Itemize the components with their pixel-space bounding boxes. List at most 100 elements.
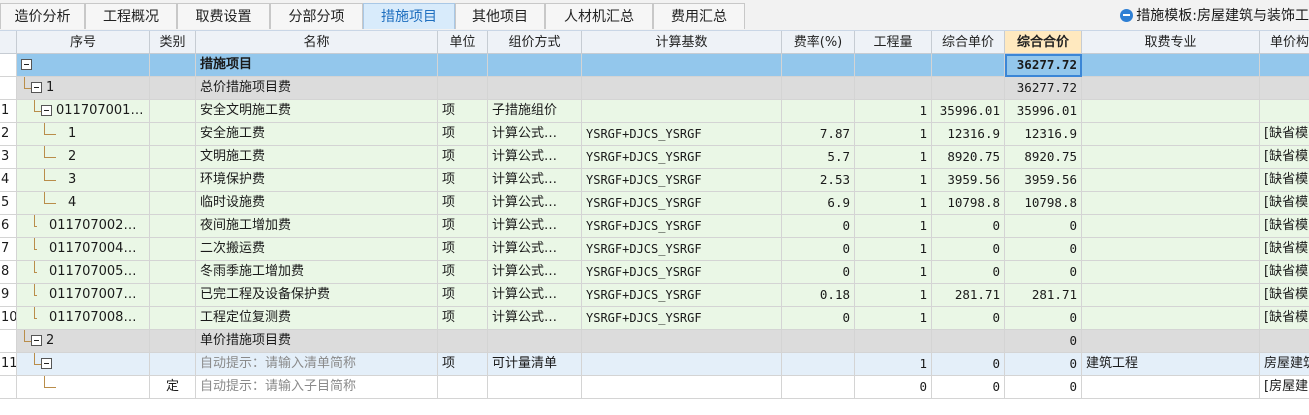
- cell-fee-specialty[interactable]: [1082, 307, 1260, 330]
- cell-calc-base[interactable]: YSRGF+DJCS_YSRGF: [582, 169, 782, 192]
- tab-measure-items[interactable]: 措施项目: [363, 3, 455, 29]
- cell-name[interactable]: 临时设施费: [196, 192, 438, 215]
- cell-unit[interactable]: 项: [438, 215, 488, 238]
- table-row[interactable]: 措施项目 36277.72: [0, 54, 1309, 77]
- cell-calc-base[interactable]: YSRGF+DJCS_YSRGF: [582, 307, 782, 330]
- cell-calc-base[interactable]: YSRGF+DJCS_YSRGF: [582, 123, 782, 146]
- collapse-toggle-icon[interactable]: [41, 105, 52, 116]
- cell-unit-price-comp[interactable]: [缺省模: [1260, 123, 1309, 146]
- table-row[interactable]: 4 3 环境保护费项计算公式… YSRGF+DJCS_YSRGF 2.53 1 3959.5…: [0, 169, 1309, 192]
- cell-unit-price[interactable]: [932, 77, 1005, 100]
- cell-total-price[interactable]: 36277.72: [1005, 54, 1082, 77]
- cell-unit[interactable]: 项: [438, 100, 488, 123]
- measure-template-selector[interactable]: 措施模板:房屋建筑与装饰工: [1120, 6, 1309, 26]
- cell-fee-specialty[interactable]: [1082, 100, 1260, 123]
- cell-unit[interactable]: 项: [438, 238, 488, 261]
- cell-unit[interactable]: 项: [438, 261, 488, 284]
- cell-pricing-method[interactable]: [488, 54, 582, 77]
- cell-calc-base[interactable]: [582, 100, 782, 123]
- cell-name[interactable]: 安全施工费: [196, 123, 438, 146]
- collapse-toggle-icon[interactable]: [31, 82, 42, 93]
- cell-seq[interactable]: 011707007…: [17, 284, 150, 307]
- cell-fee-specialty[interactable]: [1082, 215, 1260, 238]
- cell-quantity[interactable]: 1: [855, 284, 932, 307]
- cell-unit[interactable]: 项: [438, 169, 488, 192]
- cell-total-price[interactable]: 0: [1005, 353, 1082, 376]
- cell-total-price[interactable]: 36277.72: [1005, 77, 1082, 100]
- cell-type[interactable]: [150, 192, 196, 215]
- cell-name[interactable]: 冬雨季施工增加费: [196, 261, 438, 284]
- cell-unit-price-comp[interactable]: [缺省模: [1260, 146, 1309, 169]
- tab-cost-analysis[interactable]: 造价分析: [0, 3, 85, 29]
- cell-total-price[interactable]: 12316.9: [1005, 123, 1082, 146]
- cell-quantity[interactable]: 1: [855, 146, 932, 169]
- column-header-name[interactable]: 名称: [196, 31, 438, 54]
- cell-seq[interactable]: [17, 376, 150, 399]
- table-row[interactable]: 10 011707008… 工程定位复测费项计算公式… YSRGF+DJCS_YSRG…: [0, 307, 1309, 330]
- cell-seq[interactable]: 011707005…: [17, 261, 150, 284]
- cell-quantity[interactable]: 1: [855, 261, 932, 284]
- cell-pricing-method[interactable]: [488, 77, 582, 100]
- table-row[interactable]: 2 1 安全施工费项计算公式… YSRGF+DJCS_YSRGF 7.87 1 12316.…: [0, 123, 1309, 146]
- cell-unit-price[interactable]: 0: [932, 353, 1005, 376]
- cell-calc-base[interactable]: YSRGF+DJCS_YSRGF: [582, 215, 782, 238]
- table-row[interactable]: 3 2 文明施工费项计算公式… YSRGF+DJCS_YSRGF 5.7 1 8920.75…: [0, 146, 1309, 169]
- cell-seq[interactable]: 1: [17, 123, 150, 146]
- cell-unit-price[interactable]: 0: [932, 376, 1005, 399]
- cell-seq[interactable]: 2: [17, 330, 150, 353]
- table-row[interactable]: 9 011707007… 已完工程及设备保护费项计算公式… YSRGF+DJCS_YS…: [0, 284, 1309, 307]
- cell-fee-specialty[interactable]: [1082, 284, 1260, 307]
- cell-type[interactable]: [150, 284, 196, 307]
- cell-unit-price-comp[interactable]: [1260, 54, 1309, 77]
- cell-fee-specialty[interactable]: [1082, 376, 1260, 399]
- cell-pricing-method[interactable]: 计算公式…: [488, 192, 582, 215]
- cell-fee-specialty[interactable]: [1082, 261, 1260, 284]
- cell-unit-price-comp[interactable]: [1260, 77, 1309, 100]
- cell-fee-rate[interactable]: [782, 77, 855, 100]
- cell-fee-rate[interactable]: [782, 353, 855, 376]
- column-header-fee-rate[interactable]: 费率(%): [782, 31, 855, 54]
- cell-calc-base[interactable]: YSRGF+DJCS_YSRGF: [582, 146, 782, 169]
- cell-type[interactable]: [150, 330, 196, 353]
- cell-unit[interactable]: [438, 330, 488, 353]
- cell-total-price[interactable]: 3959.56: [1005, 169, 1082, 192]
- cell-pricing-method[interactable]: 子措施组价: [488, 100, 582, 123]
- cell-pricing-method[interactable]: 可计量清单: [488, 353, 582, 376]
- cell-type[interactable]: [150, 353, 196, 376]
- cell-unit[interactable]: 项: [438, 123, 488, 146]
- cell-fee-specialty[interactable]: [1082, 169, 1260, 192]
- cell-unit[interactable]: 项: [438, 146, 488, 169]
- cell-unit[interactable]: 项: [438, 353, 488, 376]
- cell-fee-specialty[interactable]: [1082, 123, 1260, 146]
- cell-name[interactable]: 自动提示：请输入子目简称: [196, 376, 438, 399]
- cell-total-price[interactable]: 35996.01: [1005, 100, 1082, 123]
- tab-fee-settings[interactable]: 取费设置: [177, 3, 270, 29]
- column-header-pricing-method[interactable]: 组价方式: [488, 31, 582, 54]
- column-header-unit-price[interactable]: 综合单价: [932, 31, 1005, 54]
- cell-unit-price-comp[interactable]: [缺省模: [1260, 169, 1309, 192]
- cell-name[interactable]: 文明施工费: [196, 146, 438, 169]
- cell-calc-base[interactable]: [582, 77, 782, 100]
- cell-unit-price-comp[interactable]: [1260, 330, 1309, 353]
- cell-total-price[interactable]: 281.71: [1005, 284, 1082, 307]
- table-row[interactable]: 6 011707002… 夜间施工增加费项计算公式… YSRGF+DJCS_YSRGF…: [0, 215, 1309, 238]
- cell-seq[interactable]: 011707001…: [17, 100, 150, 123]
- cell-fee-rate[interactable]: [782, 100, 855, 123]
- cell-quantity[interactable]: 1: [855, 123, 932, 146]
- cell-calc-base[interactable]: YSRGF+DJCS_YSRGF: [582, 192, 782, 215]
- cell-quantity[interactable]: 1: [855, 169, 932, 192]
- table-row[interactable]: 1 总价措施项目费 36277.72: [0, 77, 1309, 100]
- cell-name[interactable]: 自动提示：请输入清单简称: [196, 353, 438, 376]
- cell-unit-price-comp[interactable]: [缺省模: [1260, 192, 1309, 215]
- cell-calc-base[interactable]: [582, 353, 782, 376]
- cell-name[interactable]: 安全文明施工费: [196, 100, 438, 123]
- cell-name[interactable]: 总价措施项目费: [196, 77, 438, 100]
- cell-name[interactable]: 措施项目: [196, 54, 438, 77]
- table-row[interactable]: 5 4 临时设施费项计算公式… YSRGF+DJCS_YSRGF 6.9 1 10798.8…: [0, 192, 1309, 215]
- cell-unit[interactable]: [438, 376, 488, 399]
- cell-pricing-method[interactable]: 计算公式…: [488, 284, 582, 307]
- cell-type[interactable]: [150, 215, 196, 238]
- cell-fee-specialty[interactable]: [1082, 238, 1260, 261]
- cell-fee-rate[interactable]: [782, 54, 855, 77]
- cell-name[interactable]: 单价措施项目费: [196, 330, 438, 353]
